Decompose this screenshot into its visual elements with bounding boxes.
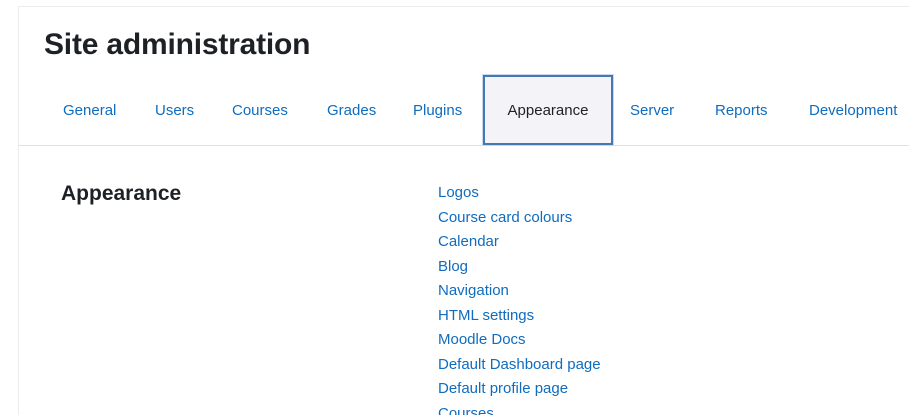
link-courses[interactable]: Courses (438, 405, 494, 415)
link-html-settings[interactable]: HTML settings (438, 307, 534, 324)
list-item: Moodle Docs (438, 330, 601, 355)
tab-courses[interactable]: Courses (232, 75, 288, 145)
page-title: Site administration (44, 28, 311, 61)
list-item: Navigation (438, 281, 601, 306)
tab-server[interactable]: Server (630, 75, 674, 145)
tab-reports[interactable]: Reports (715, 75, 768, 145)
link-calendar[interactable]: Calendar (438, 233, 499, 250)
link-default-dashboard-page[interactable]: Default Dashboard page (438, 356, 601, 373)
tab-plugins[interactable]: Plugins (413, 75, 462, 145)
admin-tabs: General Users Courses Grades Plugins App… (18, 75, 909, 146)
tab-development[interactable]: Development (809, 75, 897, 145)
settings-link-list: Logos Course card colours Calendar Blog … (438, 183, 601, 415)
link-default-profile-page[interactable]: Default profile page (438, 380, 568, 397)
link-blog[interactable]: Blog (438, 258, 468, 275)
tab-appearance[interactable]: Appearance (483, 75, 613, 145)
list-item: Calendar (438, 232, 601, 257)
section-title: Appearance (61, 182, 182, 205)
link-navigation[interactable]: Navigation (438, 282, 509, 299)
tab-users[interactable]: Users (155, 75, 194, 145)
list-item: Blog (438, 257, 601, 282)
list-item: Course card colours (438, 208, 601, 233)
list-item: Courses (438, 404, 601, 415)
list-item: HTML settings (438, 306, 601, 331)
tab-grades[interactable]: Grades (327, 75, 376, 145)
list-item: Logos (438, 183, 601, 208)
divider (18, 6, 909, 7)
divider (18, 6, 19, 415)
link-moodle-docs[interactable]: Moodle Docs (438, 331, 526, 348)
tab-general[interactable]: General (63, 75, 116, 145)
link-logos[interactable]: Logos (438, 184, 479, 201)
list-item: Default Dashboard page (438, 355, 601, 380)
page: Site administration General Users Course… (0, 0, 909, 415)
link-course-card-colours[interactable]: Course card colours (438, 209, 572, 226)
list-item: Default profile page (438, 379, 601, 404)
